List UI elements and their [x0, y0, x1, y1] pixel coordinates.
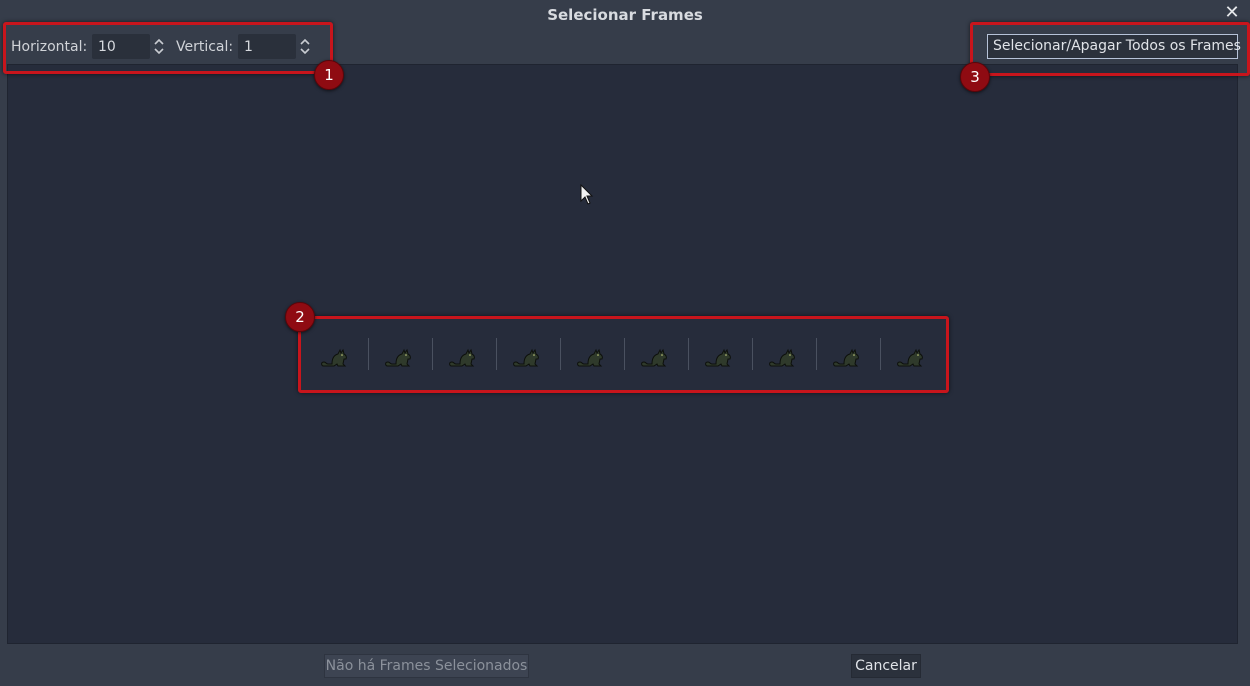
no-frames-selected-button: Não há Frames Selecionados	[324, 654, 529, 678]
annotation-badge-2: 2	[285, 302, 315, 332]
annotation-box-2	[298, 316, 949, 393]
annotation-badge-1: 1	[314, 60, 344, 90]
annotation-badge-3: 3	[960, 62, 990, 92]
dialog-footer: Não há Frames Selecionados Cancelar	[0, 644, 1250, 686]
close-icon[interactable]: ✕	[1223, 4, 1241, 22]
annotation-box-1	[3, 22, 333, 74]
mouse-cursor-icon	[580, 183, 594, 210]
cancel-button[interactable]: Cancelar	[851, 654, 921, 678]
annotation-box-3	[970, 22, 1250, 76]
